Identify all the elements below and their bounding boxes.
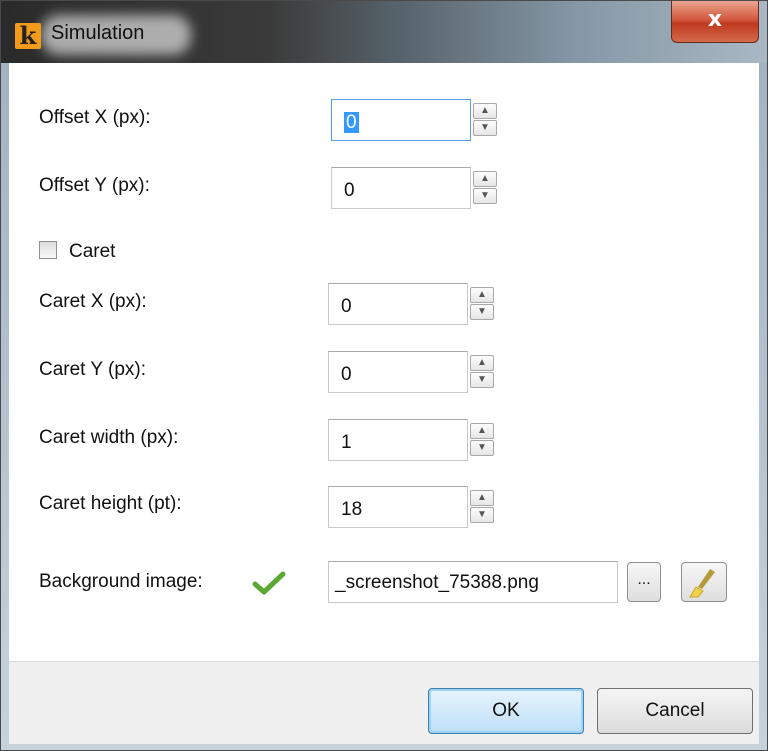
- caret-checkbox-label[interactable]: Caret: [69, 241, 115, 263]
- offset-x-input[interactable]: 0: [331, 99, 471, 141]
- caret-width-spinner: 1 ▲ ▼: [328, 419, 504, 461]
- offset-x-label: Offset X (px):: [39, 107, 151, 128]
- offset-x-value: 0: [344, 112, 359, 133]
- offset-x-stepper: ▲ ▼: [473, 103, 499, 137]
- caret-x-label: Caret X (px):: [39, 291, 147, 312]
- caret-y-input[interactable]: 0: [328, 351, 468, 393]
- caret-width-increment-button[interactable]: ▲: [470, 423, 494, 439]
- offset-y-increment-button[interactable]: ▲: [473, 171, 497, 187]
- caret-width-input[interactable]: 1: [328, 419, 468, 461]
- caret-y-increment-button[interactable]: ▲: [470, 355, 494, 371]
- caret-x-spinner: 0 ▲ ▼: [328, 283, 504, 325]
- caret-y-label: Caret Y (px):: [39, 359, 147, 380]
- caret-width-decrement-button[interactable]: ▼: [470, 440, 494, 456]
- close-icon: x: [707, 7, 723, 32]
- cancel-button[interactable]: Cancel: [597, 688, 753, 734]
- offset-y-label: Offset Y (px):: [39, 175, 150, 196]
- background-image-label: Background image:: [39, 571, 203, 592]
- caret-y-stepper: ▲ ▼: [470, 355, 496, 389]
- check-icon: [252, 571, 286, 595]
- app-logo-icon: k: [15, 23, 41, 49]
- caret-x-increment-button[interactable]: ▲: [470, 287, 494, 303]
- offset-y-spinner: 0 ▲ ▼: [331, 167, 507, 209]
- ok-button[interactable]: OK: [428, 688, 584, 734]
- offset-y-decrement-button[interactable]: ▼: [473, 188, 497, 204]
- caret-y-spinner: 0 ▲ ▼: [328, 351, 504, 393]
- caret-width-stepper: ▲ ▼: [470, 423, 496, 457]
- caret-height-spinner: 18 ▲ ▼: [328, 486, 504, 528]
- caret-x-input[interactable]: 0: [328, 283, 468, 325]
- caret-x-stepper: ▲ ▼: [470, 287, 496, 321]
- caret-height-decrement-button[interactable]: ▼: [470, 507, 494, 523]
- caret-height-increment-button[interactable]: ▲: [470, 490, 494, 506]
- caret-y-decrement-button[interactable]: ▼: [470, 372, 494, 388]
- caret-x-decrement-button[interactable]: ▼: [470, 304, 494, 320]
- offset-x-decrement-button[interactable]: ▼: [473, 120, 497, 136]
- caret-checkbox[interactable]: [39, 241, 57, 259]
- clear-image-button[interactable]: [681, 562, 727, 602]
- brush-icon: [689, 569, 715, 598]
- offset-x-spinner: 0 ▲ ▼: [331, 99, 507, 141]
- close-button[interactable]: x: [671, 1, 759, 43]
- simulation-dialog: k Simulation x Offset X (px): 0 ▲ ▼ Offs…: [0, 0, 768, 751]
- background-image-input[interactable]: _screenshot_75388.png: [328, 561, 618, 603]
- caret-height-stepper: ▲ ▼: [470, 490, 496, 524]
- browse-button[interactable]: ...: [627, 562, 661, 602]
- offset-x-increment-button[interactable]: ▲: [473, 103, 497, 119]
- window-title: Simulation: [51, 22, 145, 44]
- offset-y-input[interactable]: 0: [331, 167, 471, 209]
- caret-height-input[interactable]: 18: [328, 486, 468, 528]
- title-bar[interactable]: k Simulation x: [1, 1, 767, 63]
- caret-height-label: Caret height (pt):: [39, 493, 182, 514]
- caret-width-label: Caret width (px):: [39, 427, 179, 448]
- offset-y-stepper: ▲ ▼: [473, 171, 499, 205]
